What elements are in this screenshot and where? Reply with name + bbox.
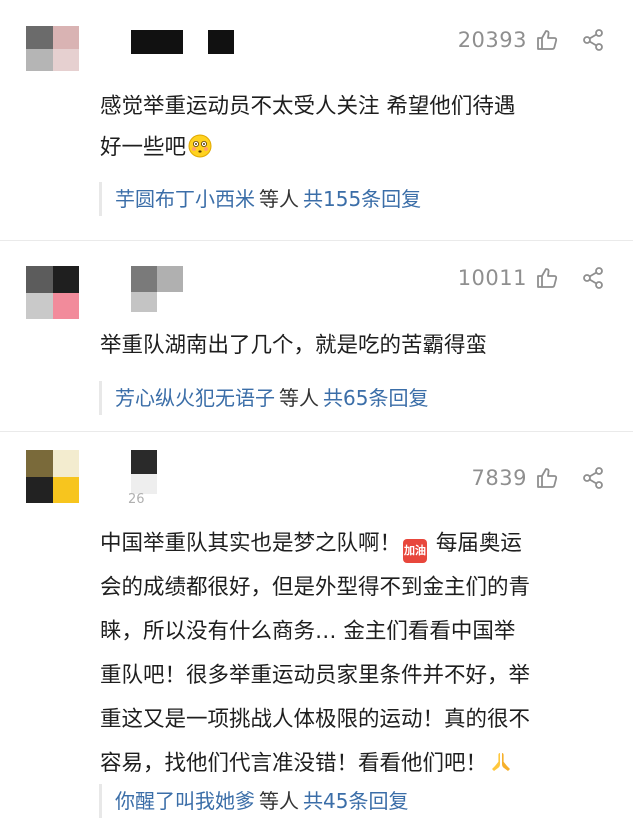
comment-line: 重队吧！很多举重运动员家里条件并不好，举: [100, 663, 531, 688]
reply-connector: 等人: [279, 386, 319, 410]
comment-line: 好一些吧: [100, 127, 610, 172]
reply-connector: 等人: [259, 187, 299, 211]
comment-line: 举重队湖南出了几个，就是吃的苦霸得蛮: [100, 333, 488, 358]
reply-summary[interactable]: 芳心纵火犯无语子 等人 共65条回复: [99, 381, 625, 415]
share-icon[interactable]: [579, 464, 607, 492]
reply-summary[interactable]: 你醒了叫我她爹 等人 共45条回复: [99, 784, 625, 818]
comment-text: 中国举重队其实也是梦之队啊！ 加油 每届奥运 会的成绩都很好，但是外型得不到金主们…: [100, 522, 610, 790]
thumbs-up-icon[interactable]: [533, 26, 561, 54]
username-mosaic[interactable]: [131, 292, 157, 312]
comment-line: 容易，找他们代言准没错！看看他们吧！: [100, 742, 610, 790]
reply-username[interactable]: 芋圆布丁小西米: [115, 187, 255, 211]
comment-line: 睐，所以没有什么商务… 金主们看看中国举: [100, 619, 516, 644]
like-count: 20393: [457, 28, 527, 52]
comment-line: 重这又是一项挑战人体极限的运动！真的很不: [100, 707, 531, 732]
reply-count-link[interactable]: 共45条回复: [303, 789, 408, 813]
username-mosaic[interactable]: [157, 266, 183, 292]
comment-2: 10011 举重队湖南出了几个，就是吃的苦霸得蛮 芳心纵火犯无语子 等人 共65条回…: [0, 241, 633, 441]
username-mosaic[interactable]: [131, 30, 183, 54]
username-mosaic[interactable]: [131, 474, 157, 494]
thumbs-up-icon[interactable]: [533, 264, 561, 292]
reply-username[interactable]: 你醒了叫我她爹: [115, 789, 255, 813]
share-icon[interactable]: [579, 26, 607, 54]
comment-line: 会的成绩都很好，但是外型得不到金主们的青: [100, 575, 531, 600]
reply-count-link[interactable]: 共65条回复: [323, 386, 428, 410]
thumbs-up-icon[interactable]: [533, 464, 561, 492]
comment-text: 感觉举重运动员不太受人关注 希望他们待遇 好一些吧: [100, 86, 610, 172]
meta-fragment: 26: [128, 492, 145, 507]
username-mosaic[interactable]: [208, 30, 234, 54]
comment-text: 举重队湖南出了几个，就是吃的苦霸得蛮: [100, 325, 610, 366]
share-icon[interactable]: [579, 264, 607, 292]
avatar[interactable]: [26, 450, 79, 503]
reply-connector: 等人: [259, 789, 299, 813]
flushed-face-emoji: [188, 131, 212, 172]
like-count: 7839: [471, 466, 527, 490]
comment-1: 20393 感觉举重运动员不太受人关注 希望他们待遇 好一些吧 芋圆布丁小西米等…: [0, 0, 633, 240]
reply-username[interactable]: 芳心纵火犯无语子: [115, 386, 275, 410]
comment-stats: 20393: [458, 26, 607, 54]
username-mosaic[interactable]: [131, 450, 157, 474]
jiayou-sticker-emoji: 加油: [403, 539, 428, 563]
comment-3: 26 7839 中国举重队其实也是梦之队啊！ 加油 每届奥运 会的成绩都很好，但是…: [0, 432, 633, 835]
comment-stats: 7839: [472, 464, 607, 492]
comment-stats: 10011: [458, 264, 607, 292]
reply-summary[interactable]: 芋圆布丁小西米 等人 共155条回复: [99, 182, 625, 216]
like-count: 10011: [457, 266, 527, 290]
comment-line: 中国举重队其实也是梦之队啊！ 加油 每届奥运: [100, 522, 610, 566]
avatar[interactable]: [26, 266, 79, 319]
comment-line: 感觉举重运动员不太受人关注 希望他们待遇: [100, 94, 516, 119]
avatar[interactable]: [26, 26, 79, 71]
reply-count-link[interactable]: 共155条回复: [303, 187, 421, 211]
